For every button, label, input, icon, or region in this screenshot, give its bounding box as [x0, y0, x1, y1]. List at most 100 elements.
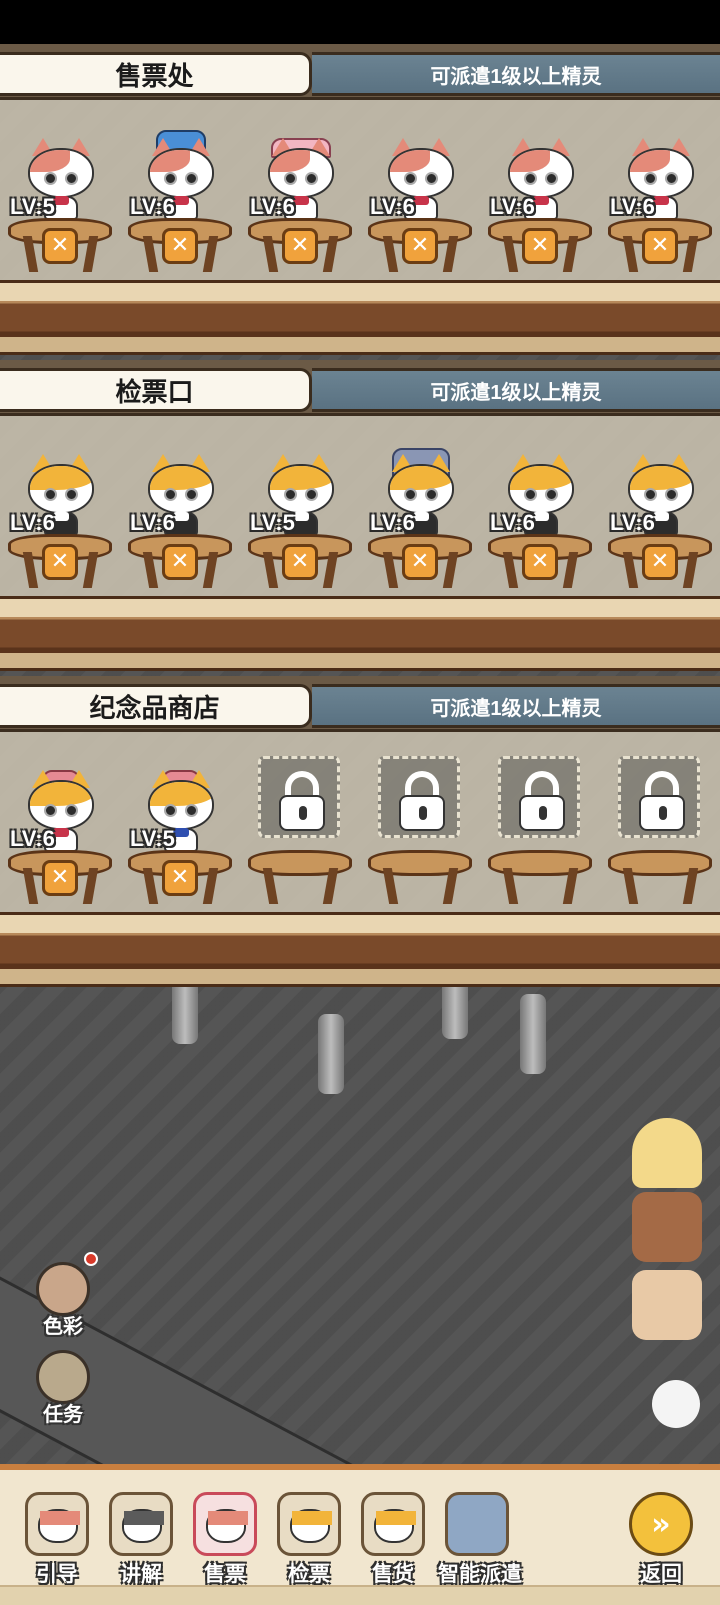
remove-button[interactable]: ✕ [162, 228, 198, 264]
check-cat-icon [277, 1492, 341, 1556]
staff-slot[interactable]: LV:6 ✕ [124, 422, 236, 592]
remove-button[interactable]: ✕ [42, 228, 78, 264]
level-label: LV:6 [610, 194, 655, 219]
remove-button[interactable]: ✕ [522, 228, 558, 264]
nav-shop[interactable]: 售货 [354, 1492, 432, 1588]
treasure-chest-icon[interactable] [632, 1192, 702, 1262]
staff-slot[interactable]: LV:5 ✕ [244, 422, 356, 592]
remove-button[interactable]: ✕ [162, 544, 198, 580]
nav-guide[interactable]: 引导 [18, 1492, 96, 1588]
panel-title: 纪念品商店 [0, 684, 312, 728]
lock-icon [498, 756, 580, 838]
level-label: LV:6 [130, 194, 175, 219]
locked-slot[interactable] [244, 738, 356, 908]
staff-slot[interactable]: LV:6 ✕ [604, 422, 716, 592]
ticket-cat-icon [193, 1492, 257, 1556]
panel-body: LV:6 ✕ LV:5 ✕ [0, 732, 720, 912]
staff-slot[interactable]: LV:6 ✕ [484, 422, 596, 592]
remove-button[interactable]: ✕ [522, 544, 558, 580]
level-label: LV:6 [370, 510, 415, 535]
level-label: LV:6 [130, 510, 175, 535]
nav-label: 售货 [372, 1563, 414, 1586]
scene-post [520, 994, 546, 1074]
nav-return[interactable]: » 返回 [622, 1492, 700, 1588]
palette-icon [36, 1262, 90, 1316]
panel-ticket-office: 售票处 可派遣1级以上精灵 LV:5 ✕ LV:6 ✕ LV:6 ✕ LV:6 … [0, 44, 720, 355]
snowman-icon [652, 1380, 700, 1428]
ai-dispatch-icon [445, 1492, 509, 1556]
level-label: LV:6 [490, 194, 535, 219]
shop-cat-icon [361, 1492, 425, 1556]
nav-label: 检票 [288, 1563, 330, 1586]
staff-slot[interactable]: LV:6 ✕ [364, 106, 476, 276]
panel-souvenir-shop: 纪念品商店 可派遣1级以上精灵 LV:6 ✕ LV:5 ✕ [0, 676, 720, 987]
nav-check[interactable]: 检票 [270, 1492, 348, 1588]
wooden-shelf [0, 912, 720, 987]
level-label: LV:6 [370, 194, 415, 219]
staff-slot[interactable]: LV:5 ✕ [124, 738, 236, 908]
remove-button[interactable]: ✕ [642, 228, 678, 264]
staff-slot[interactable]: LV:6 ✕ [364, 422, 476, 592]
level-label: LV:5 [130, 826, 175, 851]
level-label: LV:6 [10, 826, 55, 851]
lock-icon [618, 756, 700, 838]
lock-icon [258, 756, 340, 838]
quest-button[interactable]: 任务 [28, 1350, 98, 1430]
notification-dot [84, 1252, 98, 1266]
panel-ticket-check: 检票口 可派遣1级以上精灵 LV:6 ✕ LV:6 ✕ LV:5 ✕ LV:6 … [0, 360, 720, 671]
panel-hint: 可派遣1级以上精灵 [312, 684, 720, 728]
panel-header: 售票处 可派遣1级以上精灵 [0, 44, 720, 100]
remove-button[interactable]: ✕ [162, 860, 198, 896]
remove-button[interactable]: ✕ [282, 228, 318, 264]
color-button[interactable]: 色彩 [28, 1262, 98, 1342]
bottom-nav-bar: 引导 讲解 售票 检票 售货 智能派遣 » 返回 [0, 1464, 720, 1605]
nav-ai-dispatch[interactable]: 智能派遣 [438, 1492, 522, 1588]
nav-ticket[interactable]: 售票 [186, 1492, 264, 1588]
wooden-shelf [0, 280, 720, 355]
wooden-shelf [0, 596, 720, 671]
narrator-cat-icon [109, 1492, 173, 1556]
vip-cap-icon[interactable] [632, 1118, 702, 1188]
staff-slot[interactable]: LV:6 ✕ [244, 106, 356, 276]
scene-post [318, 1014, 344, 1094]
nav-label: 引导 [36, 1563, 78, 1586]
lock-icon [378, 756, 460, 838]
locked-slot[interactable] [484, 738, 596, 908]
locked-slot[interactable] [604, 738, 716, 908]
level-label: LV:6 [10, 510, 55, 535]
staff-slot[interactable]: LV:6 ✕ [604, 106, 716, 276]
quest-icon [36, 1350, 90, 1404]
level-label: LV:5 [250, 510, 295, 535]
status-bar [0, 0, 720, 44]
staff-slot[interactable]: LV:6 ✕ [4, 738, 116, 908]
nav-narrate[interactable]: 讲解 [102, 1492, 180, 1588]
panel-header: 纪念品商店 可派遣1级以上精灵 [0, 676, 720, 732]
remove-button[interactable]: ✕ [402, 544, 438, 580]
staff-slot[interactable]: LV:5 ✕ [4, 106, 116, 276]
panel-body: LV:5 ✕ LV:6 ✕ LV:6 ✕ LV:6 ✕ LV:6 ✕ LV:6 … [0, 100, 720, 280]
panel-title: 检票口 [0, 368, 312, 412]
level-label: LV:6 [490, 510, 535, 535]
remove-button[interactable]: ✕ [42, 544, 78, 580]
nav-label: 讲解 [120, 1563, 162, 1586]
staff-slot[interactable]: LV:6 ✕ [484, 106, 596, 276]
panel-body: LV:6 ✕ LV:6 ✕ LV:5 ✕ LV:6 ✕ LV:6 ✕ LV:6 … [0, 416, 720, 596]
level-label: LV:5 [10, 194, 55, 219]
locked-slot[interactable] [364, 738, 476, 908]
nav-label: 智能派遣 [438, 1563, 522, 1586]
quest-label: 任务 [43, 1404, 83, 1426]
staff-slot[interactable]: LV:6 ✕ [124, 106, 236, 276]
nav-label: 返回 [640, 1563, 682, 1586]
remove-button[interactable]: ✕ [42, 860, 78, 896]
remove-button[interactable]: ✕ [402, 228, 438, 264]
remove-button[interactable]: ✕ [282, 544, 318, 580]
staff-slot[interactable]: LV:6 ✕ [4, 422, 116, 592]
level-label: LV:6 [610, 510, 655, 535]
map-icon[interactable] [632, 1270, 702, 1340]
color-label: 色彩 [43, 1316, 83, 1338]
remove-button[interactable]: ✕ [642, 544, 678, 580]
panel-hint: 可派遣1级以上精灵 [312, 52, 720, 96]
return-icon: » [629, 1492, 693, 1556]
level-label: LV:6 [250, 194, 295, 219]
guide-cat-icon [25, 1492, 89, 1556]
